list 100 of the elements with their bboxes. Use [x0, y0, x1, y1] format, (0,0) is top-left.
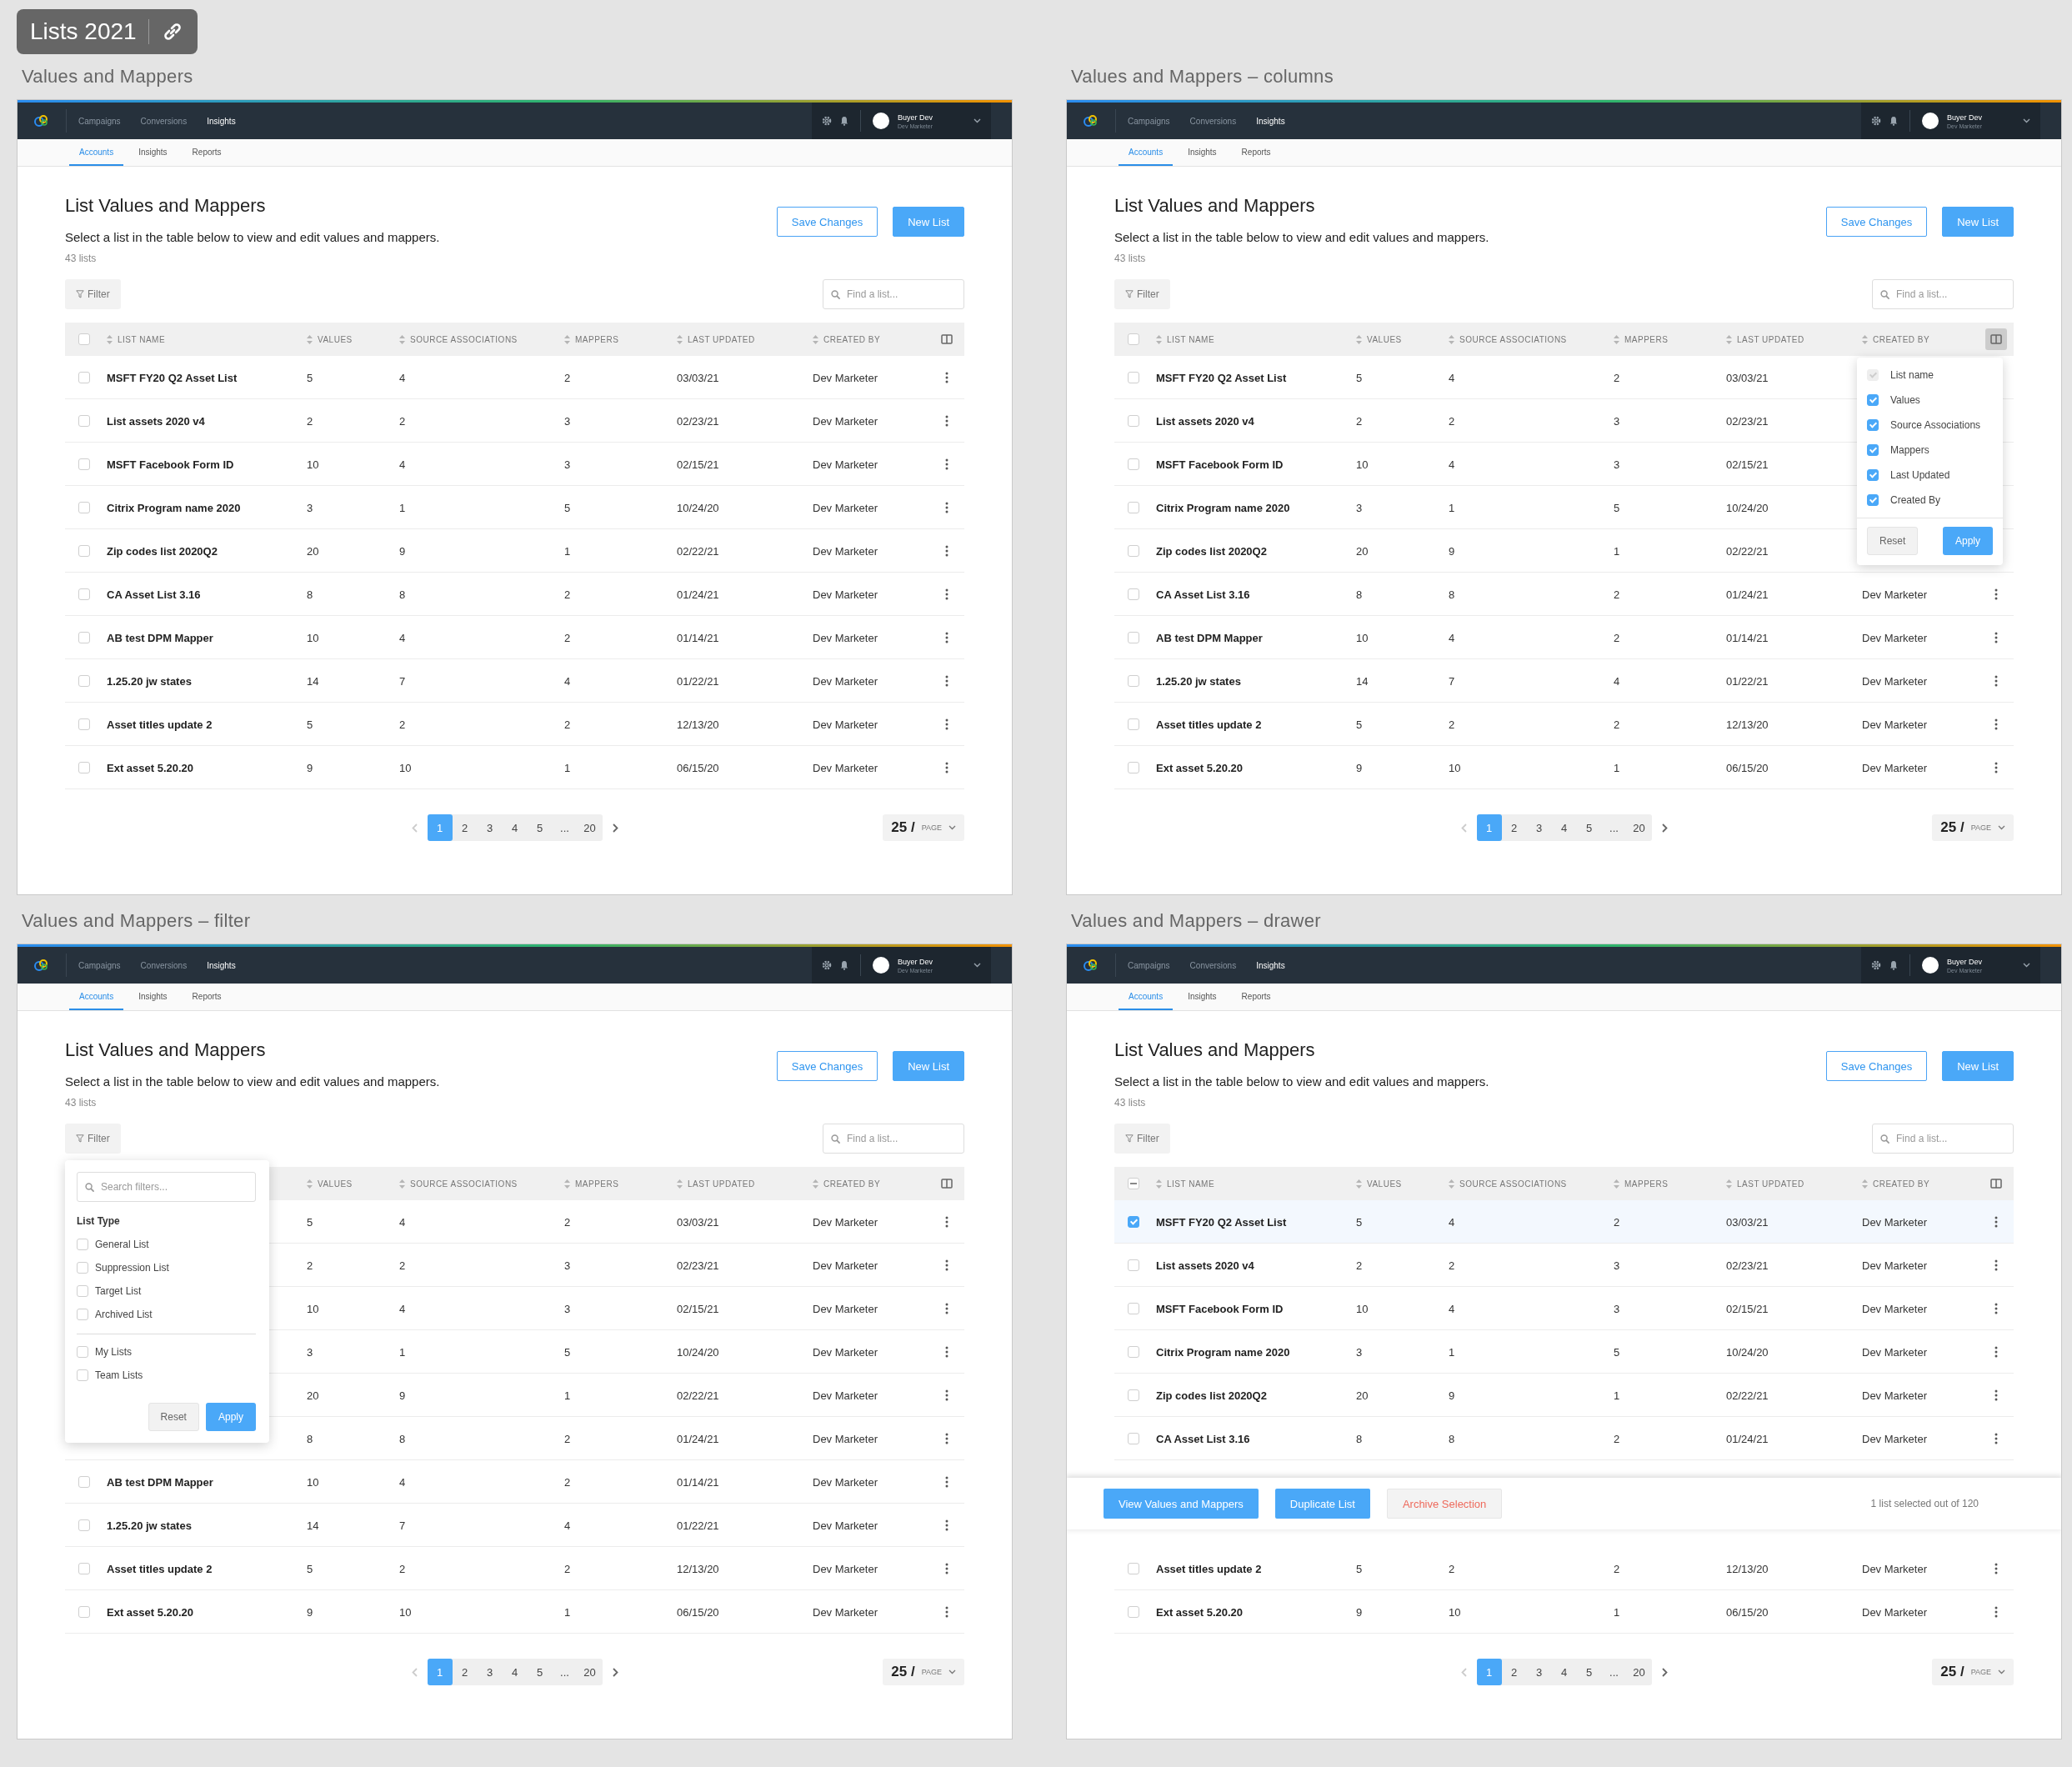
- artboard-title: Values and Mappers – columns: [1071, 66, 1334, 88]
- table-cell: 2: [564, 1562, 571, 1575]
- list-count: 43 lists: [65, 1097, 98, 1109]
- table-cell: Dev Marketer: [1862, 631, 1928, 644]
- table-cell: 06/15/20: [1726, 761, 1769, 774]
- table-cell: 10/24/20: [677, 501, 719, 514]
- table-cell: 10/24/20: [1726, 1345, 1769, 1359]
- table-cell: 2: [1614, 371, 1620, 384]
- table-cell: 4: [564, 1519, 571, 1532]
- table-cell: 9: [399, 1389, 406, 1402]
- table-cell: 2: [564, 1475, 571, 1489]
- table-cell: 2: [1449, 1562, 1455, 1575]
- table-cell: 1: [1614, 1389, 1620, 1402]
- table-cell: 10: [307, 631, 319, 644]
- table-cell: 12/13/20: [677, 718, 719, 731]
- page-title: List Values and Mappers: [65, 195, 267, 217]
- table-cell: 10: [1449, 761, 1461, 774]
- table-cell: 2: [1449, 414, 1455, 428]
- list-count: 43 lists: [1114, 253, 1147, 264]
- table-cell: 20: [307, 544, 319, 558]
- table-cell: 02/22/21: [677, 544, 719, 558]
- table-cell: 8: [307, 1432, 313, 1445]
- table-cell: Dev Marketer: [813, 1605, 878, 1619]
- table-cell: 02/15/21: [1726, 458, 1769, 471]
- table-cell: Dev Marketer: [1862, 1302, 1928, 1315]
- table-cell: 01/24/21: [1726, 1432, 1769, 1445]
- table-cell: Dev Marketer: [1862, 674, 1928, 688]
- table-cell: Dev Marketer: [813, 458, 878, 471]
- user-name: Buyer Dev: [1947, 957, 1983, 966]
- table-cell: Dev Marketer: [1862, 1605, 1928, 1619]
- table-cell: 10: [1356, 458, 1369, 471]
- table-cell: 02/22/21: [677, 1389, 719, 1402]
- table-cell: Dev Marketer: [813, 1302, 878, 1315]
- table-cell: 3: [1614, 1259, 1620, 1272]
- table-cell: Dev Marketer: [813, 544, 878, 558]
- table-cell: 10: [399, 1605, 412, 1619]
- table-cell: 8: [1449, 1432, 1455, 1445]
- table-cell: 20: [307, 1389, 319, 1402]
- table-cell: 2: [564, 1215, 571, 1229]
- artboard-title: Values and Mappers – filter: [22, 910, 252, 932]
- user-name: Buyer Dev: [898, 957, 933, 966]
- table-cell: 10: [1449, 1605, 1461, 1619]
- table-cell: 3: [564, 414, 571, 428]
- table-cell: 20: [1356, 544, 1369, 558]
- table-cell: 20: [1356, 1389, 1369, 1402]
- table-cell: 5: [1356, 1215, 1363, 1229]
- table-cell: 2: [399, 1562, 406, 1575]
- user-name: Buyer Dev: [898, 113, 933, 122]
- table-cell: 01/14/21: [677, 631, 719, 644]
- table-cell: 4: [399, 458, 406, 471]
- table-cell: 10: [307, 458, 319, 471]
- table-cell: 5: [564, 501, 571, 514]
- table-cell: 9: [1356, 1605, 1363, 1619]
- table-cell: 2: [399, 414, 406, 428]
- artboard-title: Values and Mappers – drawer: [1071, 910, 1322, 932]
- table-cell: 7: [1449, 674, 1455, 688]
- table-cell: 7: [399, 674, 406, 688]
- table-cell: 01/22/21: [677, 1519, 719, 1532]
- table-cell: 12/13/20: [1726, 1562, 1769, 1575]
- table-cell: 01/14/21: [1726, 631, 1769, 644]
- table-cell: 4: [399, 1475, 406, 1489]
- table-cell: 14: [307, 1519, 319, 1532]
- page-description: Select a list in the table below to view and edit values and mappers.: [65, 1074, 440, 1089]
- table-cell: 1: [1449, 1345, 1455, 1359]
- table-cell: Dev Marketer: [813, 371, 878, 384]
- table-cell: 10: [399, 761, 412, 774]
- table-cell: 9: [1449, 544, 1455, 558]
- table-cell: 3: [564, 458, 571, 471]
- table-cell: Dev Marketer: [813, 1389, 878, 1402]
- table-cell: 5: [1614, 501, 1620, 514]
- table-cell: Dev Marketer: [813, 414, 878, 428]
- table-cell: Dev Marketer: [813, 1345, 878, 1359]
- table-cell: 01/24/21: [1726, 588, 1769, 601]
- table-cell: Dev Marketer: [813, 1432, 878, 1445]
- table-cell: 9: [399, 544, 406, 558]
- table-cell: 7: [399, 1519, 406, 1532]
- page-title: List Values and Mappers: [65, 1039, 267, 1061]
- table-cell: 2: [564, 631, 571, 644]
- table-cell: Dev Marketer: [1862, 1432, 1928, 1445]
- table-cell: Dev Marketer: [813, 761, 878, 774]
- table-cell: 3: [564, 1302, 571, 1315]
- table-cell: 5: [1356, 718, 1363, 731]
- table-cell: 4: [1449, 631, 1455, 644]
- page-description: Select a list in the table below to view and edit values and mappers.: [1114, 230, 1489, 244]
- table-cell: 4: [1449, 458, 1455, 471]
- table-cell: 2: [1614, 1562, 1620, 1575]
- table-cell: 1: [564, 544, 571, 558]
- table-cell: 02/15/21: [677, 458, 719, 471]
- table-cell: 8: [399, 1432, 406, 1445]
- page-description: Select a list in the table below to view and edit values and mappers.: [65, 230, 440, 244]
- table-cell: 8: [399, 588, 406, 601]
- table-cell: 06/15/20: [1726, 1605, 1769, 1619]
- table-cell: 4: [1449, 371, 1455, 384]
- table-cell: 2: [1449, 1259, 1455, 1272]
- table-cell: Dev Marketer: [813, 1259, 878, 1272]
- table-cell: Dev Marketer: [1862, 1259, 1928, 1272]
- table-cell: 1: [399, 501, 406, 514]
- page-title: List Values and Mappers: [1114, 1039, 1316, 1061]
- table-cell: Dev Marketer: [1862, 1389, 1928, 1402]
- table-cell: Dev Marketer: [1862, 588, 1928, 601]
